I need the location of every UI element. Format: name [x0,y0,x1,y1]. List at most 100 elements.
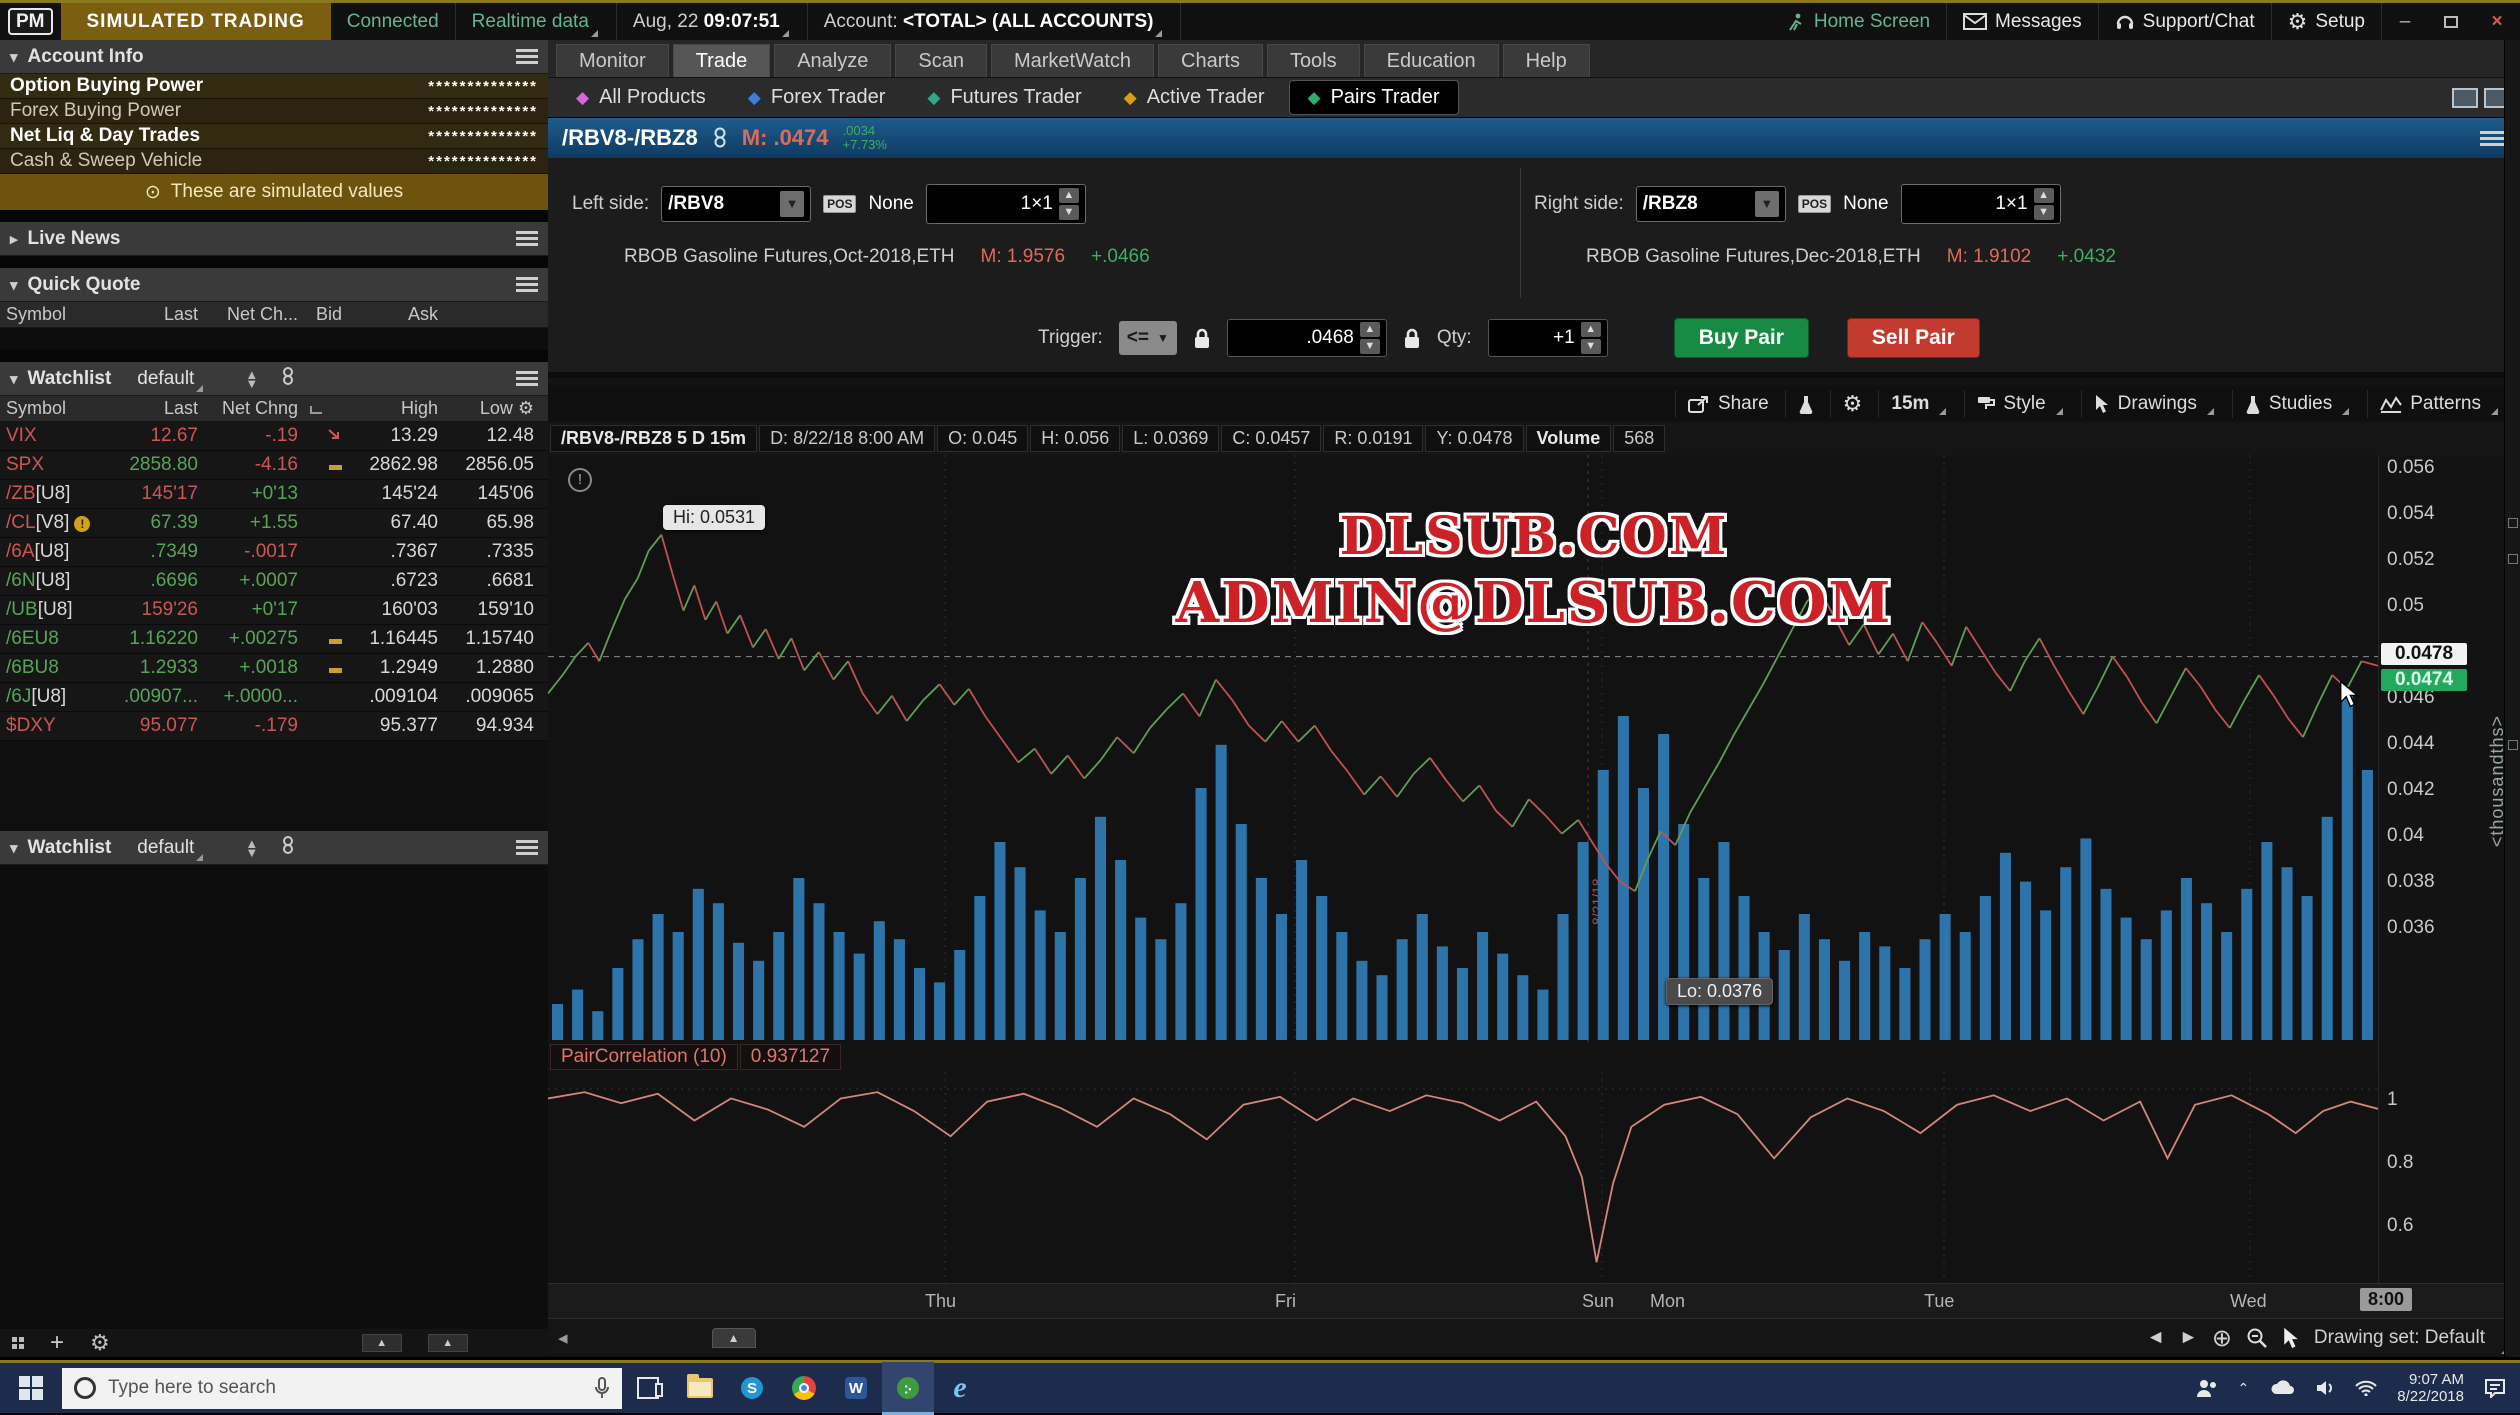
panel-menu-icon[interactable] [516,49,538,64]
chart-settings-button[interactable]: ⚙ [1830,390,1875,418]
stepper-buttons[interactable]: ▲▼ [1581,322,1601,354]
collapse-tab-button[interactable]: ▲ [712,1328,756,1348]
tray-clock[interactable]: 9:07 AM8/22/2018 [2397,1371,2464,1405]
panel-menu-icon[interactable] [516,840,538,855]
product-tab-forex-trader[interactable]: ◆Forex Trader [730,81,904,114]
trigger-operator-select[interactable]: <=▼ [1119,321,1177,355]
study-name[interactable]: PairCorrelation (10) [550,1044,738,1070]
product-tab-futures-trader[interactable]: ◆Futures Trader [909,81,1099,114]
word-button[interactable]: W [830,1362,882,1415]
table-row[interactable]: $DXY95.077-.17995.37794.934 [0,712,548,741]
panel-menu-icon[interactable] [516,277,538,292]
table-row[interactable]: /6J[U8].00907...+.0000....009104.009065 [0,683,548,712]
tab-analyze[interactable]: Analyze [774,44,891,77]
sell-pair-button[interactable]: Sell Pair [1847,318,1980,358]
left-symbol-dropdown[interactable]: /RBV8▼ [661,186,811,222]
tab-charts[interactable]: Charts [1158,44,1263,77]
style-dropdown[interactable]: Style [1964,390,2076,418]
setup-button[interactable]: ⚙ Setup [2272,3,2382,40]
support-chat-button[interactable]: Support/Chat [2099,3,2272,40]
account-info-row[interactable]: Option Buying Power************** [0,74,548,99]
chrome-button[interactable] [778,1362,830,1415]
link-icon[interactable] [280,835,296,861]
column-header[interactable]: Net Ch... [204,304,304,325]
watchlist2-name-dropdown[interactable]: default [137,837,194,859]
table-row[interactable]: /CL[V8]!67.39+1.5567.4065.98 [0,509,548,538]
panel-menu-icon[interactable] [516,371,538,386]
crosshair-target-icon[interactable]: ⊕ [2212,1324,2232,1353]
tab-tools[interactable]: Tools [1267,44,1360,77]
task-view-button[interactable] [622,1362,674,1415]
clock[interactable]: Aug, 22 09:07:51 [617,3,808,40]
product-tab-active-trader[interactable]: ◆Active Trader [1106,81,1283,114]
people-icon[interactable] [2196,1378,2218,1398]
product-tab-all-products[interactable]: ◆All Products [558,81,724,114]
quick-quote-header[interactable]: ▾ Quick Quote [0,268,548,302]
table-row[interactable]: /6BU81.2933+.00181.29491.2880 [0,654,548,683]
network-icon[interactable] [2355,1380,2377,1396]
column-header[interactable]: Bid [304,304,348,325]
volume-icon[interactable] [2315,1379,2335,1397]
stepper-buttons[interactable]: ▲▼ [1360,322,1380,354]
info-icon[interactable]: ! [568,468,592,492]
minimize-button[interactable]: – [2382,3,2428,40]
column-header[interactable]: Net Chng [204,398,304,419]
interval-dropdown[interactable]: 15m [1878,390,1960,418]
tab-monitor[interactable]: Monitor [556,44,669,77]
column-header[interactable] [304,398,348,419]
column-header[interactable]: Last [118,304,204,325]
stepper-buttons[interactable]: ▲▼ [1059,188,1079,220]
table-row[interactable]: VIX12.67-.1913.2912.48 [0,422,548,451]
buy-pair-button[interactable]: Buy Pair [1674,318,1809,358]
cursor-tool-icon[interactable] [2282,1326,2300,1350]
watchlist-header[interactable]: ▾ Watchlist default ▲▼ [0,362,548,396]
zoom-icon[interactable] [2246,1327,2268,1349]
drawings-dropdown[interactable]: Drawings [2081,390,2228,418]
left-ratio-input[interactable]: 1×1 ▲▼ [926,184,1086,224]
pan-right-icon[interactable]: ► [2179,1327,2198,1349]
panel-menu-icon[interactable] [2480,131,2506,146]
live-news-header[interactable]: ▸ Live News [0,222,548,256]
right-ratio-input[interactable]: 1×1 ▲▼ [1901,184,2061,224]
account-info-row[interactable]: Forex Buying Power************** [0,99,548,124]
file-explorer-button[interactable] [674,1362,726,1415]
lock-icon[interactable] [1193,327,1211,349]
column-header[interactable]: Symbol [0,398,118,419]
tab-help[interactable]: Help [1503,44,1590,77]
product-tab-pairs-trader[interactable]: ◆Pairs Trader [1289,80,1459,115]
messages-button[interactable]: Messages [1947,3,2099,40]
panel-menu-icon[interactable] [516,231,538,246]
stepper-buttons[interactable]: ▲▼ [2034,188,2054,220]
drawing-set-dropdown[interactable]: Drawing set: Default [2314,1327,2485,1349]
table-row[interactable]: /UB[U8]159'26+0'17160'03159'10 [0,596,548,625]
tab-education[interactable]: Education [1364,44,1499,77]
onedrive-icon[interactable] [2269,1380,2295,1396]
patterns-dropdown[interactable]: Patterns [2367,390,2512,418]
sort-buttons[interactable]: ▲▼ [245,370,258,388]
quick-quote-empty-row[interactable] [0,328,548,350]
gear-icon[interactable]: ⚙ [90,1330,110,1356]
data-status[interactable]: Realtime data [456,3,617,40]
restore-button[interactable] [2428,3,2474,40]
table-row[interactable]: /ZB[U8]145'17+0'13145'24145'06 [0,480,548,509]
skype-button[interactable]: S [726,1362,778,1415]
chain-link-icon[interactable] [712,126,728,150]
tab-scan[interactable]: Scan [895,44,987,77]
column-header[interactable]: High [348,398,444,419]
column-header[interactable]: Symbol [0,304,118,325]
sort-buttons[interactable]: ▲▼ [245,839,258,857]
column-header[interactable]: Last [118,398,204,419]
table-row[interactable]: /6EU81.16220+.002751.164451.15740 [0,625,548,654]
price-axis[interactable]: 0.0560.0540.0520.050.0460.0440.0420.040.… [2378,455,2520,1283]
tab-trade[interactable]: Trade [673,44,771,77]
right-symbol-dropdown[interactable]: /RBZ8▼ [1636,186,1786,222]
account-info-header[interactable]: ▾ Account Info [0,40,548,74]
table-row[interactable]: /6A[U8].7349-.0017.7367.7335 [0,538,548,567]
trigger-price-input[interactable]: .0468 ▲▼ [1227,319,1387,357]
panel-collapse-button[interactable]: ▲ [428,1334,468,1352]
account-info-row[interactable]: Net Liq & Day Trades************** [0,124,548,149]
internet-explorer-button[interactable]: e [934,1362,986,1415]
scroll-left-icon[interactable]: ◂ [558,1327,568,1350]
home-screen-button[interactable]: Home Screen [1770,3,1947,40]
tray-expand-icon[interactable]: ⌃ [2238,1380,2250,1397]
